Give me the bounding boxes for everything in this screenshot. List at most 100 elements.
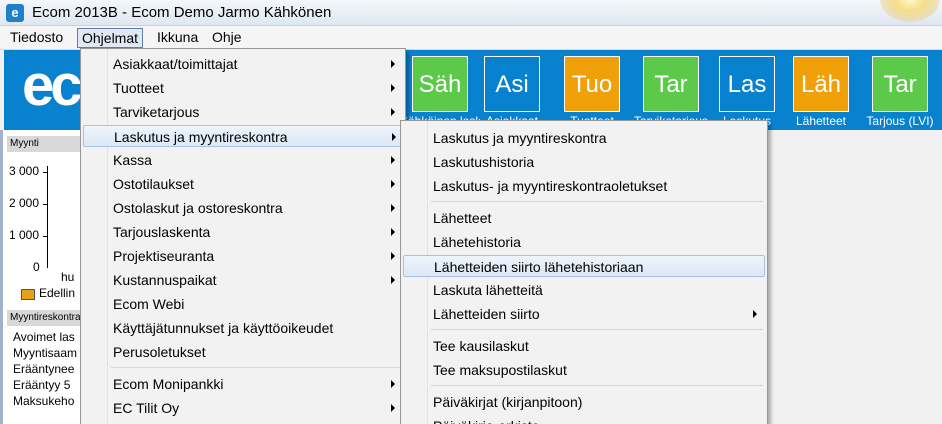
laskutus-item-label: Tee kausilaskut: [433, 338, 529, 354]
ohjelmat-item[interactable]: Ostotilaukset: [83, 173, 403, 195]
axis-tick-mark: [43, 204, 47, 205]
laskutus-item-label: Laskutushistoria: [433, 154, 535, 170]
chevron-right-icon: [753, 310, 757, 318]
tile-tarviketarjous[interactable]: Tar: [643, 56, 699, 112]
chevron-right-icon: [392, 133, 396, 141]
y-tick: 1 000: [9, 228, 40, 242]
chart-axis: [47, 166, 48, 268]
laskutus-item[interactable]: Lähetteiden siirto: [403, 303, 765, 325]
menu-ikkuna[interactable]: Ikkuna: [153, 28, 202, 48]
ohjelmat-item-label: Tarjouslaskenta: [113, 224, 211, 240]
ohjelmat-item-label: Tuotteet: [113, 80, 164, 96]
ohjelmat-item-label: Tarviketarjous: [113, 104, 200, 120]
ohjelmat-item-label: Kassa: [113, 152, 152, 168]
ohjelmat-item[interactable]: Kassa: [83, 149, 403, 171]
laskutus-item[interactable]: Laskuta lähetteitä: [403, 279, 765, 301]
laskutus-item-label: Päiväkirja-arkisto: [433, 415, 540, 424]
menu-bar: Tiedosto Ohjelmat Ikkuna Ohje: [0, 26, 942, 50]
tile-lahetteet[interactable]: Läh: [793, 56, 849, 112]
ohjelmat-item[interactable]: EC Tilit Oy: [83, 397, 403, 419]
y-tick: 0: [33, 260, 40, 274]
menu-tiedosto[interactable]: Tiedosto: [6, 28, 67, 48]
chevron-right-icon: [391, 108, 395, 116]
x-tick: hu: [61, 270, 75, 284]
tile-asiakkaat[interactable]: Asi: [484, 56, 540, 112]
legend-swatch: [21, 289, 35, 300]
laskutus-item-label: Laskuta lähetteitä: [433, 282, 543, 298]
ohjelmat-item-label: Käyttäjätunnukset ja käyttöoikeudet: [113, 320, 334, 336]
laskutus-item-label: Lähetteiden siirto: [433, 306, 540, 322]
chevron-right-icon: [391, 404, 395, 412]
window-control-glow: [880, 0, 940, 22]
tile-sahkoinen-lasku[interactable]: Säh: [412, 56, 468, 112]
laskutus-item[interactable]: Tee kausilaskut: [403, 335, 765, 357]
ohjelmat-item-label: Kustannuspaikat: [113, 272, 217, 288]
title-bar: e Ecom 2013B - Ecom Demo Jarmo Kähkönen: [0, 0, 942, 26]
ohjelmat-item[interactable]: Tarjouslaskenta: [83, 221, 403, 243]
menu-separator: [431, 201, 763, 202]
chevron-right-icon: [391, 60, 395, 68]
laskutus-item[interactable]: Lähetehistoria: [403, 231, 765, 253]
laskutus-submenu: Laskutus ja myyntireskontra Laskutushisto…: [400, 120, 768, 424]
menu-separator: [431, 385, 763, 386]
ledger-row: Avoimet las: [13, 330, 75, 344]
ohjelmat-item-label: Asiakkaat/toimittajat: [113, 56, 238, 72]
menu-ohje[interactable]: Ohje: [208, 28, 246, 48]
ledger-row: Maksukeho: [13, 394, 75, 408]
ledger-row: Erääntynee: [13, 362, 75, 376]
ohjelmat-item[interactable]: Perusoletukset: [83, 341, 403, 363]
laskutus-item-label: Laskutus- ja myyntireskontraoletukset: [433, 178, 668, 194]
tile-laskutus[interactable]: Las: [719, 56, 775, 112]
laskutus-item-label: Lähetehistoria: [433, 234, 521, 250]
laskutus-item[interactable]: Laskutushistoria: [403, 151, 765, 173]
ledger-row: Myyntisaam: [13, 346, 78, 360]
ohjelmat-item-label: Ecom Webi: [113, 296, 185, 312]
ohjelmat-item[interactable]: Asiakkaat/toimittajat: [83, 53, 403, 75]
laskutus-item[interactable]: Päiväkirja-arkisto: [403, 415, 765, 424]
ohjelmat-item[interactable]: Ostolaskut ja ostoreskontra: [83, 197, 403, 219]
ohjelmat-item[interactable]: Laskutus ja myyntireskontra: [83, 125, 403, 147]
laskutus-item-label: Laskutus ja myyntireskontra: [433, 130, 607, 146]
ohjelmat-item-label: Laskutus ja myyntireskontra: [114, 129, 288, 145]
laskutus-item-label: Lähetteiden siirto lähetehistoriaan: [434, 259, 644, 275]
ohjelmat-item[interactable]: Käyttäjätunnukset ja käyttöoikeudet: [83, 317, 403, 339]
tile-tarjous-lvi[interactable]: Tar: [872, 56, 928, 112]
tile-tuotteet[interactable]: Tuo: [564, 56, 620, 112]
ledger-row: Erääntyy 5: [13, 378, 71, 392]
chevron-right-icon: [391, 276, 395, 284]
chevron-right-icon: [391, 204, 395, 212]
myyntireskontra-header: Myyntireskontra: [7, 310, 83, 326]
myynti-header: Myynti: [7, 136, 83, 152]
laskutus-item[interactable]: Tee maksupostilaskut: [403, 359, 765, 381]
laskutus-item[interactable]: Päiväkirjat (kirjanpitoon): [403, 391, 765, 413]
laskutus-item-label: Lähetteet: [433, 210, 492, 226]
laskutus-item-label: Päiväkirjat (kirjanpitoon): [433, 394, 583, 410]
ohjelmat-item-label: Ecom Monipankki: [113, 376, 224, 392]
axis-tick-mark: [43, 236, 47, 237]
ohjelmat-item-label: Ostotilaukset: [113, 176, 194, 192]
ohjelmat-item[interactable]: Projektiseuranta: [83, 245, 403, 267]
laskutus-item-label: Tee maksupostilaskut: [433, 362, 567, 378]
laskutus-item[interactable]: Laskutus- ja myyntireskontraoletukset: [403, 175, 765, 197]
menu-ohjelmat[interactable]: Ohjelmat: [77, 28, 144, 48]
ohjelmat-item[interactable]: Tuotteet: [83, 77, 403, 99]
ohjelmat-item[interactable]: Tarviketarjous: [83, 101, 403, 123]
tile-label: Tarjous (LVI): [866, 114, 934, 128]
app-icon[interactable]: e: [6, 4, 24, 22]
chevron-right-icon: [391, 156, 395, 164]
ohjelmat-item-label: Projektiseuranta: [113, 248, 215, 264]
laskutus-item[interactable]: Laskutus ja myyntireskontra: [403, 127, 765, 149]
ohjelmat-item[interactable]: Ecom Monipankki: [83, 373, 403, 395]
tile-label: Lähetteet: [795, 114, 847, 128]
ohjelmat-item-label: Ostolaskut ja ostoreskontra: [113, 200, 283, 216]
laskutus-item[interactable]: Lähetteet: [403, 207, 765, 229]
laskutus-item[interactable]: Lähetteiden siirto lähetehistoriaan: [403, 255, 765, 277]
ohjelmat-item[interactable]: Ecom Webi: [83, 293, 403, 315]
chevron-right-icon: [391, 228, 395, 236]
menu-separator: [431, 329, 763, 330]
ohjelmat-item[interactable]: Kustannuspaikat: [83, 269, 403, 291]
legend-label: Edellin: [39, 286, 76, 300]
menu-separator: [111, 367, 401, 368]
y-tick: 2 000: [9, 196, 40, 210]
window-title: Ecom 2013B - Ecom Demo Jarmo Kähkönen: [32, 4, 332, 21]
